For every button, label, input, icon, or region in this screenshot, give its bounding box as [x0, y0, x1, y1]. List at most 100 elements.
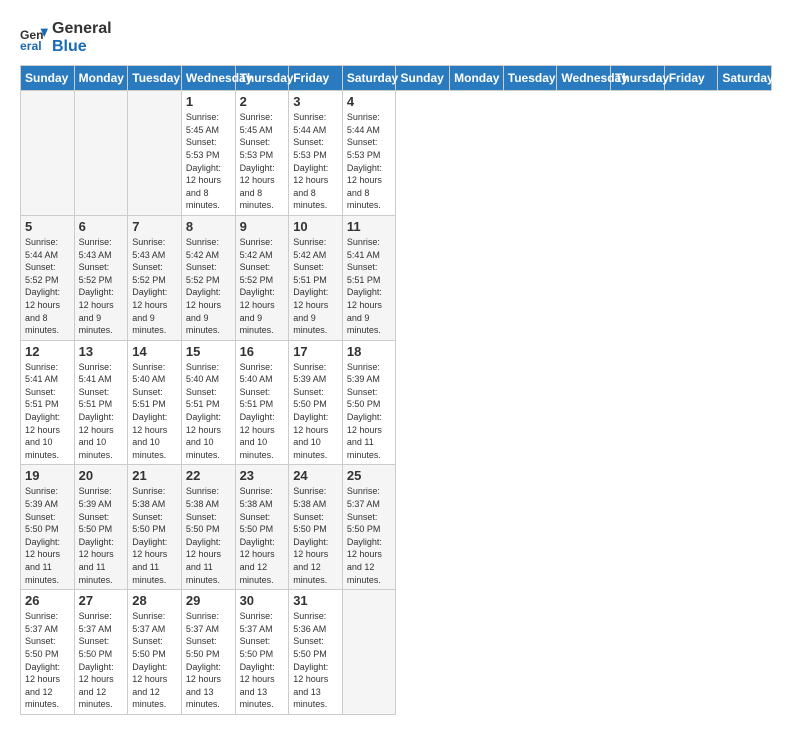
col-header-thursday: Thursday	[611, 66, 665, 91]
day-number: 22	[186, 468, 231, 483]
calendar-cell: 29 Sunrise: 5:37 AMSunset: 5:50 PMDayligh…	[181, 590, 235, 715]
calendar-cell: 21Sunrise: 5:38 AMSunset: 5:50 PMDayligh…	[128, 465, 182, 590]
calendar-cell: 13 Sunrise: 5:41 AMSunset: 5:51 PMDayligh…	[74, 340, 128, 465]
calendar-week-3: 12 Sunrise: 5:41 AMSunset: 5:51 PMDayligh…	[21, 340, 772, 465]
calendar-cell: 25Sunrise: 5:37 AMSunset: 5:50 PMDayligh…	[342, 465, 396, 590]
calendar-cell: 7 Sunrise: 5:43 AMSunset: 5:52 PMDaylight…	[128, 215, 182, 340]
col-header-tuesday: Tuesday	[503, 66, 557, 91]
day-number: 13	[79, 344, 124, 359]
day-info: Sunrise: 5:41 AMSunset: 5:51 PMDaylight:…	[347, 236, 392, 337]
calendar-cell: 31Sunrise: 5:36 AMSunset: 5:50 PMDayligh…	[289, 590, 343, 715]
calendar-cell: 19Sunrise: 5:39 AMSunset: 5:50 PMDayligh…	[21, 465, 75, 590]
calendar-cell: 23 Sunrise: 5:38 AMSunset: 5:50 PMDayligh…	[235, 465, 289, 590]
day-info: Sunrise: 5:41 AMSunset: 5:51 PMDaylight:…	[79, 361, 124, 462]
col-header-saturday: Saturday	[718, 66, 772, 91]
calendar-cell: 17Sunrise: 5:39 AMSunset: 5:50 PMDayligh…	[289, 340, 343, 465]
day-number: 29	[186, 593, 231, 608]
day-number: 23	[240, 468, 285, 483]
day-number: 26	[25, 593, 70, 608]
calendar-week-4: 19 Sunrise: 5:39 AMSunset: 5:50 PMDayligh…	[21, 465, 772, 590]
day-number: 3	[293, 94, 338, 109]
day-info: Sunrise: 5:38 AMSunset: 5:50 PMDaylight:…	[293, 485, 338, 586]
day-number: 7	[132, 219, 177, 234]
day-info: Sunrise: 5:44 AMSunset: 5:53 PMDaylight:…	[293, 111, 338, 212]
day-number: 24	[293, 468, 338, 483]
col-header-monday: Monday	[450, 66, 504, 91]
calendar-cell	[21, 91, 75, 216]
day-info: Sunrise: 5:36 AMSunset: 5:50 PMDaylight:…	[293, 610, 338, 711]
day-number: 19	[25, 468, 70, 483]
calendar-cell: 6 Sunrise: 5:43 AMSunset: 5:52 PMDaylight…	[74, 215, 128, 340]
calendar-cell: 18Sunrise: 5:39 AMSunset: 5:50 PMDayligh…	[342, 340, 396, 465]
col-header-friday: Friday	[664, 66, 718, 91]
page-header: Gen eral General Blue	[20, 20, 772, 55]
day-info: Sunrise: 5:42 AMSunset: 5:51 PMDaylight:…	[293, 236, 338, 337]
calendar-cell: 1Sunrise: 5:45 AMSunset: 5:53 PMDaylight…	[181, 91, 235, 216]
day-number: 15	[186, 344, 231, 359]
day-number: 5	[25, 219, 70, 234]
day-info: Sunrise: 5:43 AMSunset: 5:52 PMDaylight:…	[79, 236, 124, 337]
day-info: Sunrise: 5:40 AMSunset: 5:51 PMDaylight:…	[240, 361, 285, 462]
calendar-cell: 14Sunrise: 5:40 AMSunset: 5:51 PMDayligh…	[128, 340, 182, 465]
day-info: Sunrise: 5:39 AMSunset: 5:50 PMDaylight:…	[347, 361, 392, 462]
day-number: 6	[79, 219, 124, 234]
day-info: Sunrise: 5:42 AMSunset: 5:52 PMDaylight:…	[240, 236, 285, 337]
day-number: 20	[79, 468, 124, 483]
day-info: Sunrise: 5:42 AMSunset: 5:52 PMDaylight:…	[186, 236, 231, 337]
day-number: 1	[186, 94, 231, 109]
calendar-cell: 28Sunrise: 5:37 AMSunset: 5:50 PMDayligh…	[128, 590, 182, 715]
day-number: 8	[186, 219, 231, 234]
col-header-monday: Monday	[74, 66, 128, 91]
calendar-cell: 9Sunrise: 5:42 AMSunset: 5:52 PMDaylight…	[235, 215, 289, 340]
calendar-cell	[128, 91, 182, 216]
calendar-cell: 27 Sunrise: 5:37 AMSunset: 5:50 PMDayligh…	[74, 590, 128, 715]
calendar-cell: 20 Sunrise: 5:39 AMSunset: 5:50 PMDayligh…	[74, 465, 128, 590]
calendar-header-row: SundayMondayTuesdayWednesdayThursdayFrid…	[21, 66, 772, 91]
calendar-cell: 2Sunrise: 5:45 AMSunset: 5:53 PMDaylight…	[235, 91, 289, 216]
col-header-tuesday: Tuesday	[128, 66, 182, 91]
calendar-cell: 11Sunrise: 5:41 AMSunset: 5:51 PMDayligh…	[342, 215, 396, 340]
calendar-cell: 15 Sunrise: 5:40 AMSunset: 5:51 PMDayligh…	[181, 340, 235, 465]
calendar-week-1: 1Sunrise: 5:45 AMSunset: 5:53 PMDaylight…	[21, 91, 772, 216]
day-number: 27	[79, 593, 124, 608]
calendar-cell: 24 Sunrise: 5:38 AMSunset: 5:50 PMDayligh…	[289, 465, 343, 590]
day-info: Sunrise: 5:38 AMSunset: 5:50 PMDaylight:…	[186, 485, 231, 586]
logo-icon: Gen eral	[20, 24, 48, 52]
day-info: Sunrise: 5:37 AMSunset: 5:50 PMDaylight:…	[79, 610, 124, 711]
col-header-wednesday: Wednesday	[181, 66, 235, 91]
day-info: Sunrise: 5:37 AMSunset: 5:50 PMDaylight:…	[347, 485, 392, 586]
day-info: Sunrise: 5:43 AMSunset: 5:52 PMDaylight:…	[132, 236, 177, 337]
col-header-saturday: Saturday	[342, 66, 396, 91]
day-info: Sunrise: 5:39 AMSunset: 5:50 PMDaylight:…	[79, 485, 124, 586]
calendar-cell: 10Sunrise: 5:42 AMSunset: 5:51 PMDayligh…	[289, 215, 343, 340]
calendar-cell: 22 Sunrise: 5:38 AMSunset: 5:50 PMDayligh…	[181, 465, 235, 590]
calendar-week-5: 26 Sunrise: 5:37 AMSunset: 5:50 PMDayligh…	[21, 590, 772, 715]
day-number: 2	[240, 94, 285, 109]
col-header-wednesday: Wednesday	[557, 66, 611, 91]
day-info: Sunrise: 5:38 AMSunset: 5:50 PMDaylight:…	[132, 485, 177, 586]
day-info: Sunrise: 5:40 AMSunset: 5:51 PMDaylight:…	[186, 361, 231, 462]
day-info: Sunrise: 5:37 AMSunset: 5:50 PMDaylight:…	[240, 610, 285, 711]
day-number: 4	[347, 94, 392, 109]
calendar-table: SundayMondayTuesdayWednesdayThursdayFrid…	[20, 65, 772, 715]
day-number: 16	[240, 344, 285, 359]
calendar-cell: 3 Sunrise: 5:44 AMSunset: 5:53 PMDaylight…	[289, 91, 343, 216]
logo: Gen eral General Blue	[20, 20, 112, 55]
day-number: 28	[132, 593, 177, 608]
col-header-thursday: Thursday	[235, 66, 289, 91]
calendar-cell	[342, 590, 396, 715]
calendar-cell: 4 Sunrise: 5:44 AMSunset: 5:53 PMDaylight…	[342, 91, 396, 216]
day-info: Sunrise: 5:38 AMSunset: 5:50 PMDaylight:…	[240, 485, 285, 586]
col-header-friday: Friday	[289, 66, 343, 91]
calendar-cell: 5 Sunrise: 5:44 AMSunset: 5:52 PMDaylight…	[21, 215, 75, 340]
calendar-cell: 16 Sunrise: 5:40 AMSunset: 5:51 PMDayligh…	[235, 340, 289, 465]
calendar-cell	[74, 91, 128, 216]
day-info: Sunrise: 5:39 AMSunset: 5:50 PMDaylight:…	[293, 361, 338, 462]
day-info: Sunrise: 5:41 AMSunset: 5:51 PMDaylight:…	[25, 361, 70, 462]
svg-text:eral: eral	[20, 39, 42, 52]
day-info: Sunrise: 5:40 AMSunset: 5:51 PMDaylight:…	[132, 361, 177, 462]
day-info: Sunrise: 5:44 AMSunset: 5:53 PMDaylight:…	[347, 111, 392, 212]
day-info: Sunrise: 5:44 AMSunset: 5:52 PMDaylight:…	[25, 236, 70, 337]
day-number: 12	[25, 344, 70, 359]
day-info: Sunrise: 5:37 AMSunset: 5:50 PMDaylight:…	[186, 610, 231, 711]
